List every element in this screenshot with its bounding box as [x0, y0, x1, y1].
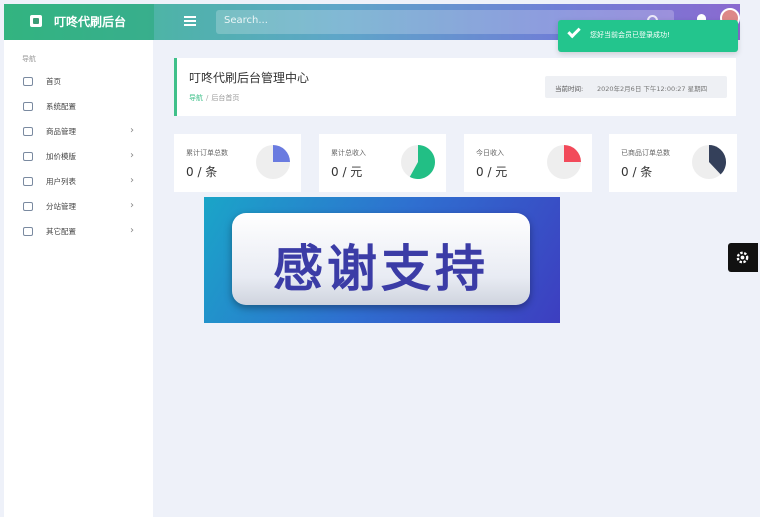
stat-value: 0 / 条	[621, 165, 653, 179]
template-icon	[23, 152, 33, 161]
stat-card: 已商品订单总数 0 / 条	[609, 134, 737, 192]
stat-card: 今日收入 0 / 元	[464, 134, 592, 192]
stat-value: 0 / 条	[186, 165, 218, 179]
search-placeholder: Search...	[224, 15, 268, 26]
sidebar-item[interactable]: 首页	[4, 70, 153, 94]
stat-pie-icon	[401, 145, 435, 179]
chevron-right-icon: ›	[130, 150, 134, 161]
theme-settings-button[interactable]	[728, 243, 758, 272]
stat-value: 0 / 元	[331, 165, 363, 179]
stat-label: 已商品订单总数	[621, 149, 670, 157]
stat-label: 累计订单总数	[186, 149, 228, 157]
sidebar-item[interactable]: 其它配置 ›	[4, 220, 153, 244]
time-label: 当前时间:	[555, 85, 584, 93]
monitor-icon	[23, 202, 33, 211]
sidebar-item-label: 其它配置	[46, 227, 76, 236]
sidebar-item[interactable]: 系统配置	[4, 95, 153, 119]
sidebar-item[interactable]: 商品管理 ›	[4, 120, 153, 144]
stat-card: 累计总收入 0 / 元	[319, 134, 446, 192]
stat-card: 累计订单总数 0 / 条	[174, 134, 301, 192]
page-title: 叮咚代刷后台管理中心	[189, 71, 310, 85]
menu-toggle-icon[interactable]	[184, 16, 196, 27]
check-icon	[567, 24, 581, 39]
sidebar-item-label: 分站管理	[46, 202, 76, 211]
breadcrumb-home[interactable]: 导航	[189, 94, 203, 102]
current-time-box: 当前时间: 2020年2月6日 下午12:00:27 星期四	[545, 76, 727, 98]
stat-label: 累计总收入	[331, 149, 366, 157]
pie-slice	[564, 145, 581, 162]
sidebar-item-label: 商品管理	[46, 127, 76, 136]
banner-plate: 感谢支持	[232, 213, 530, 305]
sidebar: 导航 首页系统配置商品管理 › 加价模版 › 用户列表 › 分站管理 › 其它配置 ›	[4, 40, 153, 517]
settings-icon	[23, 102, 33, 111]
brand[interactable]: 叮咚代刷后台	[4, 4, 154, 40]
banner-text: 感谢支持	[273, 240, 489, 298]
sidebar-heading: 导航	[22, 55, 36, 63]
sidebar-item-label: 首页	[46, 77, 61, 86]
success-toast: 您好当前会员已登录成功!	[558, 20, 738, 52]
stat-pie-icon	[256, 145, 290, 179]
breadcrumb-current: 后台首页	[211, 94, 240, 102]
stat-pie-icon	[692, 145, 727, 179]
stat-pie-icon	[547, 145, 581, 179]
list-icon	[23, 127, 33, 136]
breadcrumb-separator: /	[206, 94, 209, 102]
chevron-right-icon: ›	[130, 225, 134, 236]
gear-icon	[23, 227, 33, 236]
logo-icon	[30, 15, 42, 27]
brand-name: 叮咚代刷后台	[54, 15, 127, 29]
sidebar-item-label: 用户列表	[46, 177, 76, 186]
time-value: 2020年2月6日 下午12:00:27 星期四	[597, 85, 708, 93]
chevron-right-icon: ›	[130, 200, 134, 211]
stat-label: 今日收入	[476, 149, 504, 157]
gear-icon	[736, 251, 749, 264]
user-icon	[23, 177, 33, 186]
page-header-card: 叮咚代刷后台管理中心 导航 / 后台首页 当前时间: 2020年2月6日 下午12:…	[174, 58, 736, 116]
pie-slice	[273, 145, 290, 162]
sidebar-item-label: 加价模版	[46, 152, 76, 161]
sidebar-item-label: 系统配置	[46, 102, 76, 111]
sidebar-item[interactable]: 加价模版 ›	[4, 145, 153, 169]
sidebar-item[interactable]: 用户列表 ›	[4, 170, 153, 194]
stat-value: 0 / 元	[476, 165, 508, 179]
breadcrumb: 导航 / 后台首页	[189, 93, 239, 103]
chevron-right-icon: ›	[130, 175, 134, 186]
thanks-banner-image: 感谢支持	[204, 197, 560, 323]
chevron-right-icon: ›	[130, 125, 134, 136]
sidebar-item[interactable]: 分站管理 ›	[4, 195, 153, 219]
home-icon	[23, 77, 33, 86]
toast-message: 您好当前会员已登录成功!	[590, 31, 670, 39]
